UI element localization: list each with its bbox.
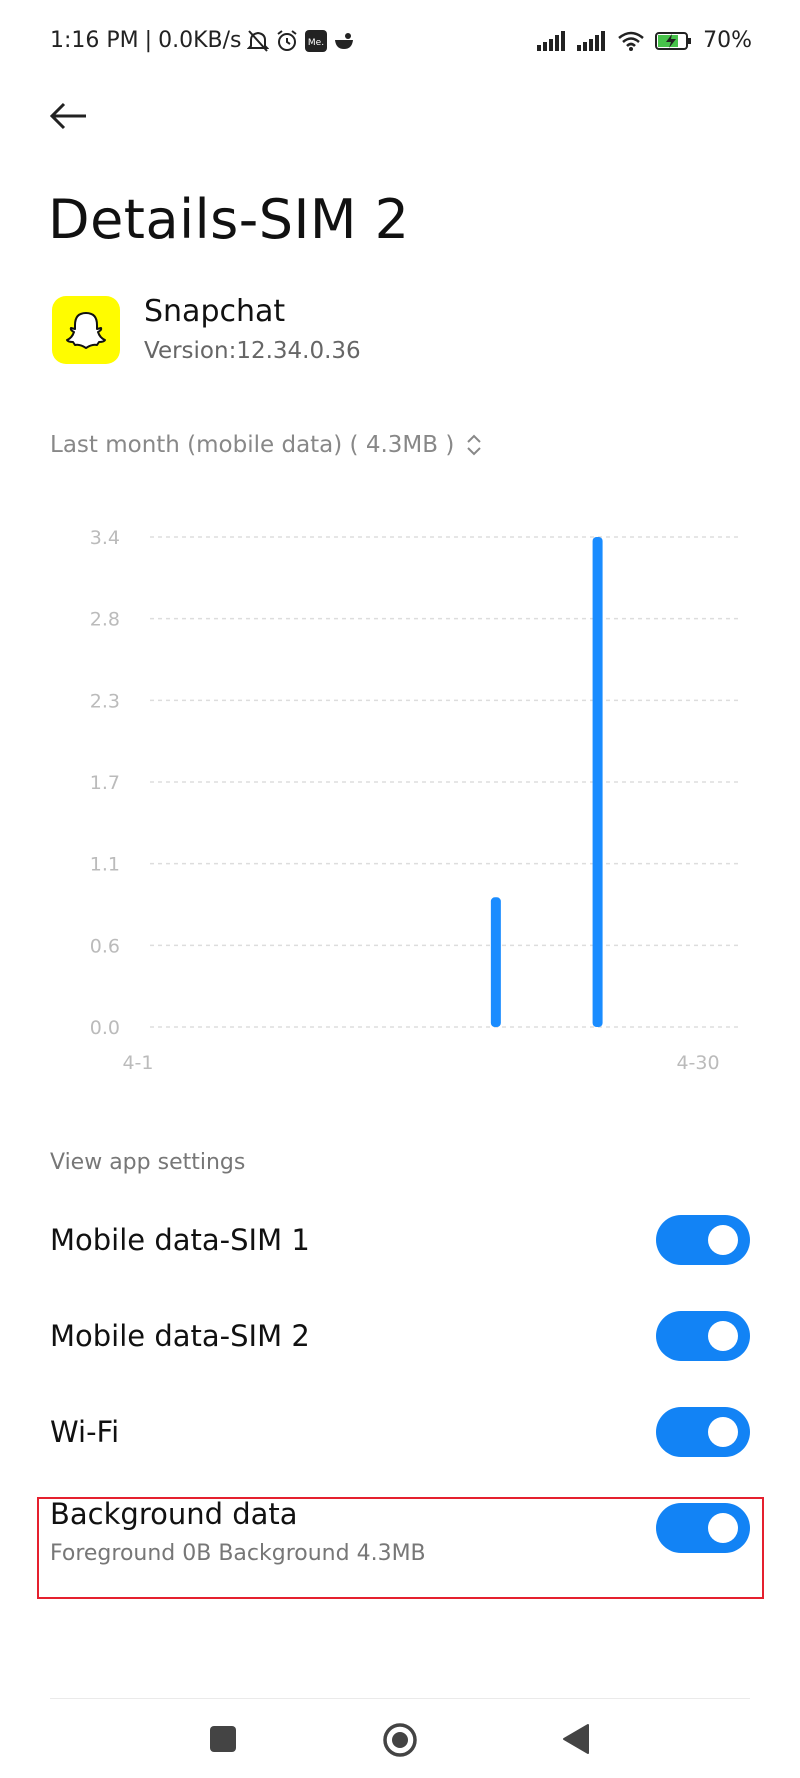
toggle-mobile-data-sim1[interactable] (656, 1215, 750, 1265)
status-bar-right: 70% (537, 28, 752, 53)
battery-percent: 70% (703, 28, 752, 53)
toggle-knob (708, 1321, 738, 1351)
setting-label-mobile-data-sim1: Mobile data-SIM 1 (50, 1223, 310, 1257)
status-net-speed: 0.0KB/s (158, 28, 242, 53)
x-tick-label: 4-30 (676, 1052, 719, 1074)
bowl-app-icon (335, 32, 354, 49)
highlight-box (37, 1497, 764, 1599)
usage-chart: 3.4 2.8 2.3 1.7 1.1 0.6 0.04-1 4-30 (90, 527, 740, 1074)
period-label: Last month (mobile data) ( 4.3MB ) (50, 432, 455, 458)
up-down-chevron-icon (467, 434, 482, 456)
alarm-icon (277, 29, 298, 51)
y-tick-label: 0.0 (90, 1017, 120, 1039)
y-tick-label: 3.4 (90, 527, 120, 549)
y-tick-label: 1.1 (90, 854, 120, 876)
snapchat-ghost-icon (66, 312, 106, 349)
app-version: Version:12.34.0.36 (144, 338, 361, 364)
toggle-knob (708, 1225, 738, 1255)
app-icon (52, 296, 120, 364)
x-tick-label: 4-1 (122, 1052, 153, 1074)
setting-label-wifi: Wi-Fi (50, 1415, 120, 1449)
bell-off-icon (247, 29, 270, 52)
section-label: View app settings (50, 1150, 246, 1175)
setting-label-mobile-data-sim2: Mobile data-SIM 2 (50, 1319, 310, 1353)
y-tick-label: 0.6 (90, 935, 120, 957)
back-button[interactable] (560, 1722, 592, 1756)
bar (592, 537, 603, 1027)
y-tick-label: 1.7 (90, 772, 120, 794)
signal-sim2-icon (577, 30, 606, 51)
battery-charging-icon (655, 31, 692, 50)
status-bar-left: 1:16 PM | 0.0KB/s Me. (50, 28, 355, 53)
status-time: 1:16 PM (50, 28, 139, 53)
me-app-icon: Me. (305, 29, 328, 52)
y-tick-label: 2.8 (90, 609, 120, 631)
nav-divider (50, 1698, 750, 1699)
home-button[interactable] (381, 1721, 419, 1759)
wifi-icon (618, 31, 644, 51)
back-arrow-icon[interactable] (46, 92, 94, 140)
toggle-mobile-data-sim2[interactable] (656, 1311, 750, 1361)
recents-button[interactable] (208, 1724, 238, 1754)
app-name: Snapchat (144, 294, 286, 329)
y-tick-label: 2.3 (90, 690, 120, 712)
toggle-knob (708, 1417, 738, 1447)
page-title: Details-SIM 2 (48, 188, 410, 251)
bar (490, 897, 501, 1027)
signal-sim1-icon (537, 30, 566, 51)
toggle-wifi[interactable] (656, 1407, 750, 1457)
svg-text:Me.: Me. (308, 38, 324, 48)
period-selector[interactable]: Last month (mobile data) ( 4.3MB ) (50, 432, 482, 458)
status-separator: | (144, 28, 153, 53)
